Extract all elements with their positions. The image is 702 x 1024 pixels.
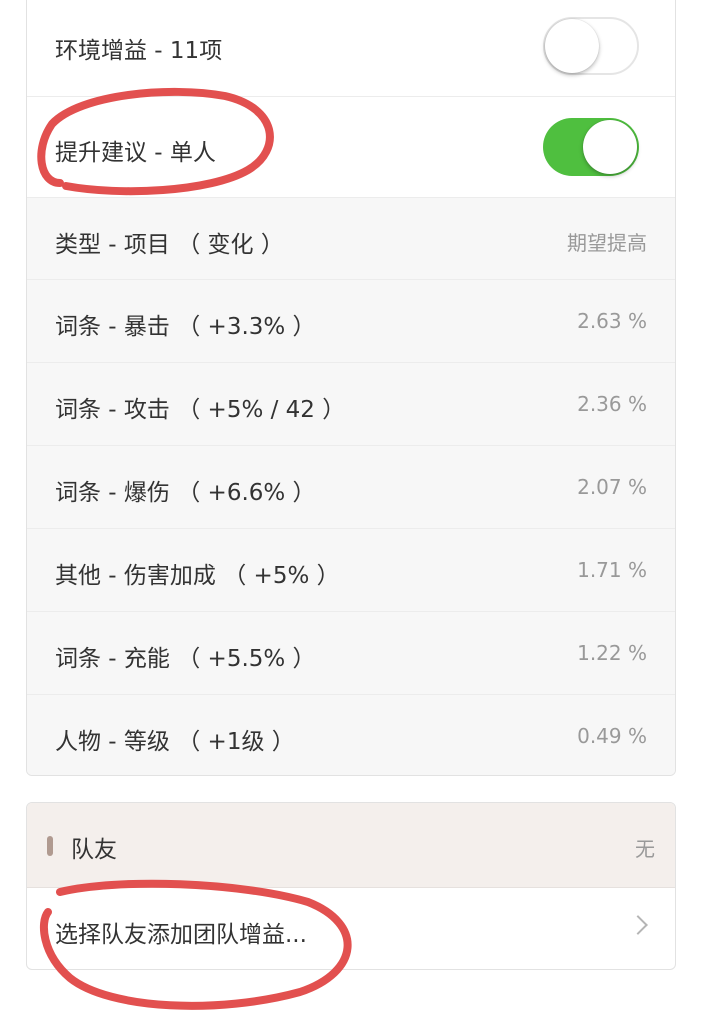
- row-label: 人物 - 等级 （ +1级 ）: [55, 729, 295, 755]
- table-header-row: 类型 - 项目 （ 变化 ） 期望提高: [27, 198, 675, 280]
- section-bar-icon: [47, 836, 53, 856]
- toggle-knob: [583, 120, 637, 174]
- settings-card: 环境增益 - 11项 提升建议 - 单人 类型 - 项目 （ 变化 ） 期望提高…: [26, 0, 676, 776]
- row-value: 1.71 %: [577, 558, 647, 582]
- toggle-knob: [545, 19, 599, 73]
- env-buff-label: 环境增益 - 11项: [55, 38, 223, 64]
- row-value: 2.07 %: [577, 475, 647, 499]
- teammate-title: 队友: [71, 837, 117, 863]
- table-row: 词条 - 暴击 （ +3.3% ） 2.63 %: [27, 280, 675, 363]
- table-row: 人物 - 等级 （ +1级 ） 0.49 %: [27, 695, 675, 775]
- row-value: 2.63 %: [577, 309, 647, 333]
- table-header-label: 类型 - 项目 （ 变化 ）: [55, 232, 284, 258]
- row-label: 词条 - 爆伤 （ +6.6% ）: [55, 480, 316, 506]
- env-buff-row[interactable]: 环境增益 - 11项: [27, 0, 675, 97]
- row-label: 词条 - 暴击 （ +3.3% ）: [55, 314, 316, 340]
- add-teammate-label: 选择队友添加团队增益...: [55, 922, 307, 948]
- suggestion-row[interactable]: 提升建议 - 单人: [27, 97, 675, 198]
- chevron-right-icon: [628, 915, 648, 935]
- add-teammate-row[interactable]: 选择队友添加团队增益...: [27, 888, 675, 969]
- row-label: 词条 - 充能 （ +5.5% ）: [55, 646, 316, 672]
- suggestion-toggle[interactable]: [543, 118, 639, 176]
- row-value: 0.49 %: [577, 724, 647, 748]
- table-row: 其他 - 伤害加成 （ +5% ） 1.71 %: [27, 529, 675, 612]
- suggestion-label: 提升建议 - 单人: [55, 140, 216, 166]
- table-row: 词条 - 攻击 （ +5% / 42 ） 2.36 %: [27, 363, 675, 446]
- table-row: 词条 - 爆伤 （ +6.6% ） 2.07 %: [27, 446, 675, 529]
- row-value: 1.22 %: [577, 641, 647, 665]
- env-buff-toggle[interactable]: [543, 17, 639, 75]
- teammate-header: 队友 无: [27, 803, 675, 888]
- row-label: 其他 - 伤害加成 （ +5% ）: [55, 563, 340, 589]
- row-label: 词条 - 攻击 （ +5% / 42 ）: [55, 397, 346, 423]
- table-header-value: 期望提高: [567, 231, 647, 255]
- teammate-card: 队友 无 选择队友添加团队增益...: [26, 802, 676, 970]
- teammate-status: 无: [635, 837, 655, 861]
- row-value: 2.36 %: [577, 392, 647, 416]
- table-row: 词条 - 充能 （ +5.5% ） 1.22 %: [27, 612, 675, 695]
